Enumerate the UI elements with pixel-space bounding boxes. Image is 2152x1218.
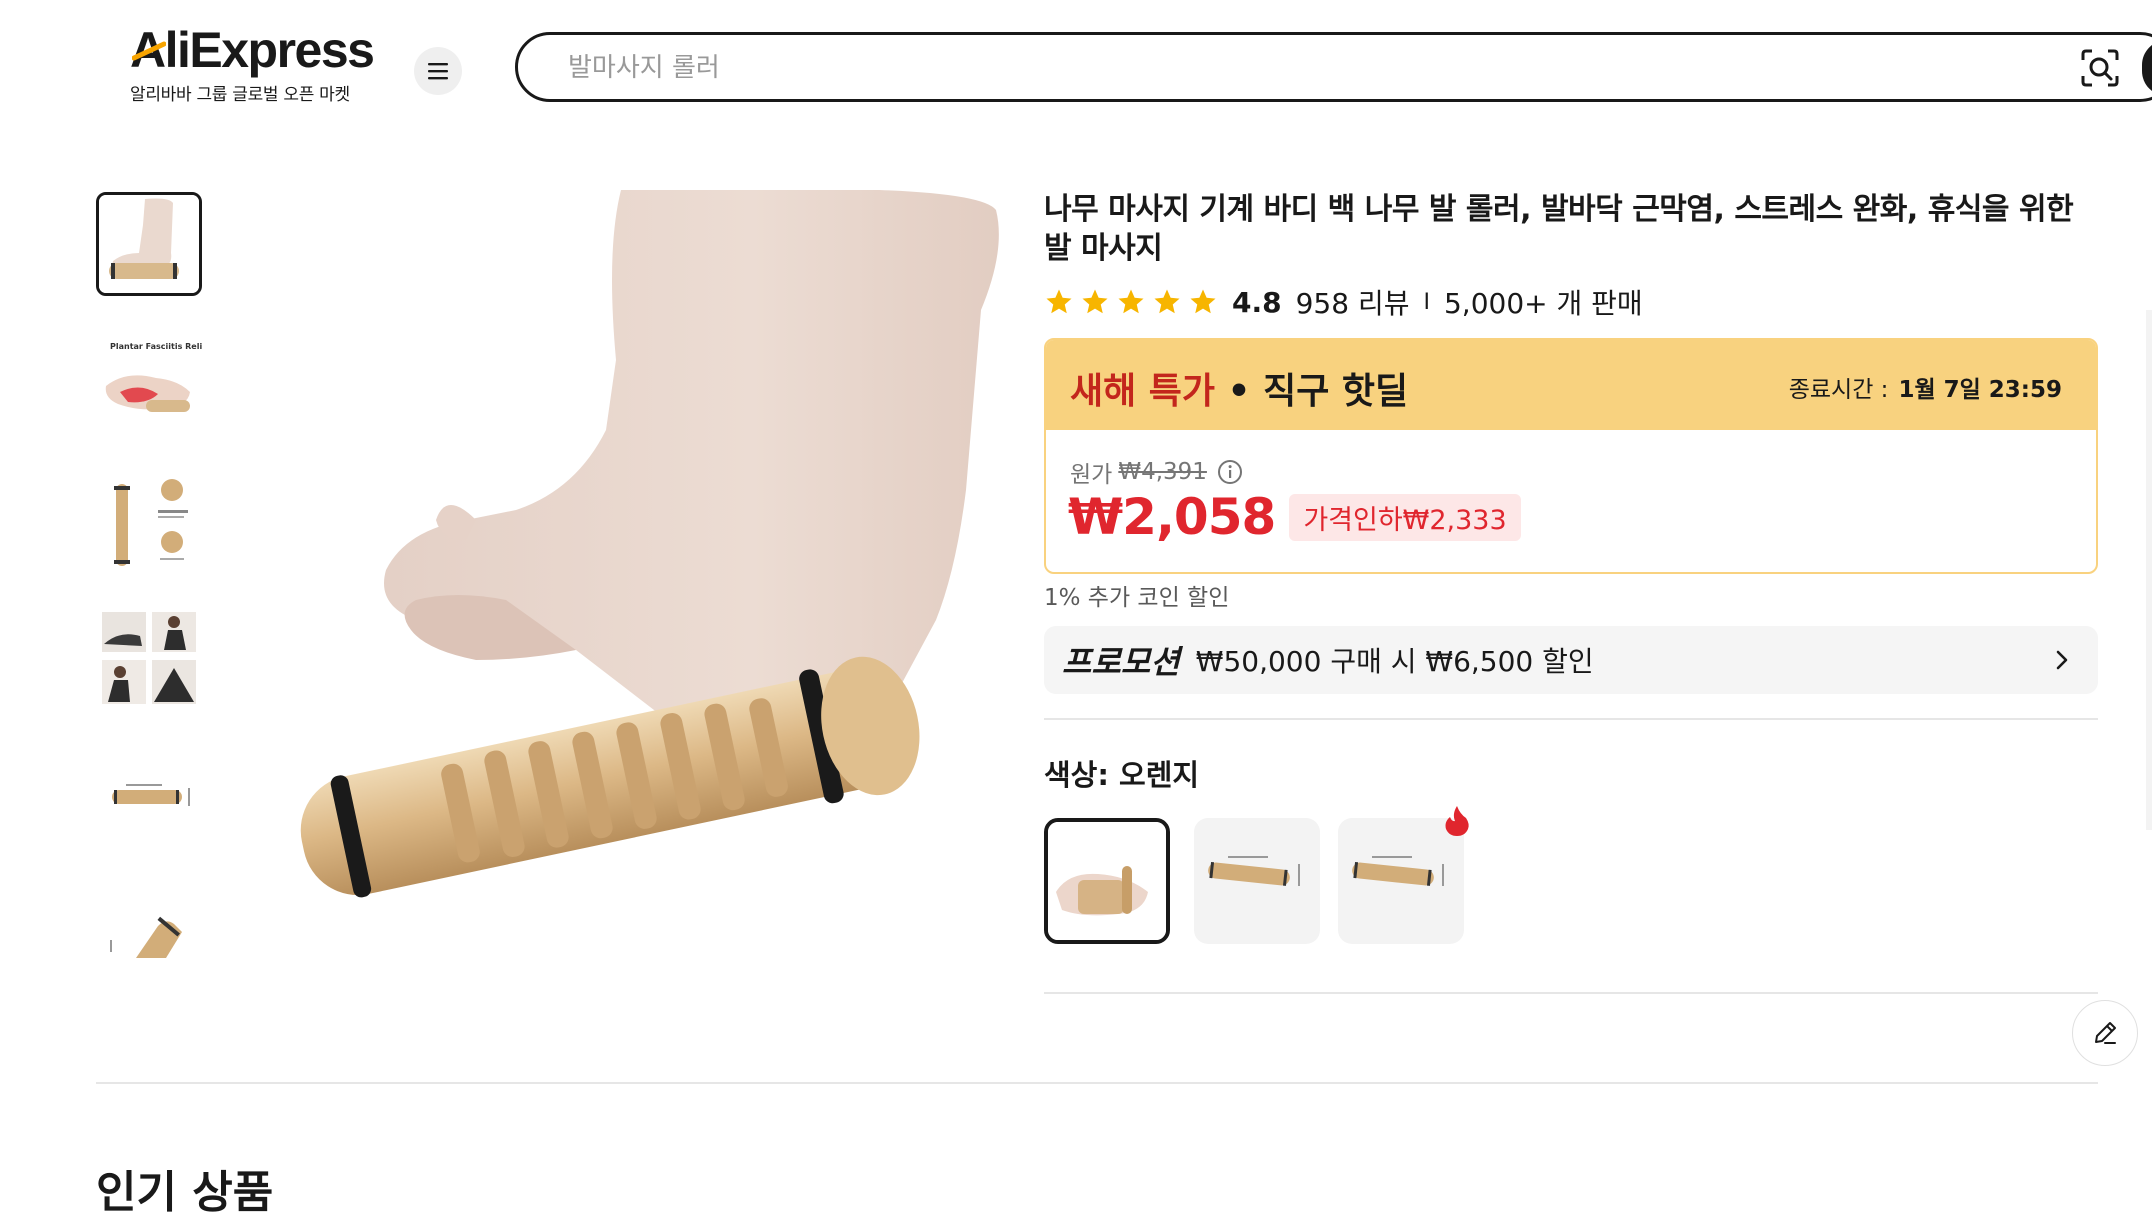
star-icon bbox=[1082, 289, 1108, 314]
section-heading: 인기 상품 bbox=[96, 1167, 274, 1218]
gallery-thumb-2[interactable]: Plantar Fasciitis Relief bbox=[96, 330, 202, 434]
image-search-icon[interactable] bbox=[2080, 48, 2120, 88]
deal-countdown: 종료시간 : 1월 7일 23:59 bbox=[1789, 370, 2062, 404]
deal-ends-label: 종료시간 : bbox=[1788, 377, 1889, 403]
main-product-image[interactable] bbox=[276, 190, 1006, 920]
promotion-text: ₩50,000 구매 시 ₩6,500 할인 bbox=[1195, 645, 1594, 678]
search-input[interactable] bbox=[566, 45, 1970, 91]
original-price: ₩4,391 bbox=[1118, 459, 1207, 485]
review-count-link[interactable]: 958 리뷰 bbox=[1296, 282, 1410, 322]
original-price-label: 원가 bbox=[1070, 462, 1113, 488]
rating-row: 4.8 958 리뷰 I 5,000+ 개 판매 bbox=[1044, 280, 1643, 324]
feedback-edit-button[interactable] bbox=[2072, 1000, 2138, 1066]
info-icon[interactable] bbox=[1217, 459, 1243, 485]
star-icon bbox=[1190, 289, 1216, 314]
gallery-thumb-4[interactable] bbox=[96, 606, 202, 710]
pencil-icon bbox=[2095, 1022, 2116, 1044]
logo-subtitle: 알리바바 그룹 글로벌 오픈 마켓 bbox=[130, 85, 350, 105]
chevron-right-icon bbox=[2056, 650, 2068, 670]
yoga-poses-thumb-image bbox=[96, 606, 202, 710]
logo-wordmark: AliExpress bbox=[130, 22, 375, 78]
swatch-foot-roller-image bbox=[1048, 822, 1166, 940]
hamburger-icon bbox=[428, 63, 448, 80]
star-icon bbox=[1046, 289, 1072, 314]
hot-fire-icon bbox=[1445, 806, 1469, 836]
swatch-roller-image bbox=[1342, 822, 1452, 932]
roller-parts-thumb-image bbox=[96, 468, 202, 572]
roller-closeup-thumb-image bbox=[96, 882, 202, 958]
gallery-thumb-6[interactable] bbox=[96, 882, 202, 958]
promotion-row[interactable]: 프로모션 ₩50,000 구매 시 ₩6,500 할인 bbox=[1044, 626, 2098, 694]
roller-dimensions-thumb-image bbox=[96, 744, 202, 848]
search-bar bbox=[515, 32, 2152, 102]
deal-label: 새해 특가 • 직구 핫딜 bbox=[1070, 362, 1408, 414]
coin-discount-note: 1% 추가 코인 할인 bbox=[1044, 585, 1230, 611]
star-icon bbox=[1154, 289, 1180, 314]
current-price: ₩2,058 bbox=[1068, 488, 1276, 546]
deal-banner: 새해 특가 • 직구 핫딜 종료시간 : 1월 7일 23:59 bbox=[1046, 340, 2096, 430]
deal-ends-value: 1월 7일 23:59 bbox=[1898, 377, 2062, 403]
star-rating bbox=[1044, 287, 1218, 317]
color-swatch-orange[interactable] bbox=[1044, 818, 1170, 944]
rating-value: 4.8 bbox=[1232, 285, 1282, 319]
deal-price-box: 새해 특가 • 직구 핫딜 종료시간 : 1월 7일 23:59 원가 ₩4,39… bbox=[1044, 338, 2098, 574]
gallery-thumb-1[interactable] bbox=[96, 192, 202, 296]
star-icon bbox=[1118, 289, 1144, 314]
thumb-caption: Plantar Fasciitis Relief bbox=[110, 342, 202, 351]
discount-badge: 가격인하₩2,333 bbox=[1289, 493, 1521, 541]
original-price-row: 원가 ₩4,391 bbox=[1070, 455, 1243, 489]
current-price-row: ₩2,058 가격인하₩2,333 bbox=[1068, 488, 1521, 546]
gallery-thumb-5[interactable] bbox=[96, 744, 202, 848]
divider bbox=[1044, 718, 2098, 720]
promotion-title: 프로모션 bbox=[1062, 643, 1180, 681]
logo-accent-swoosh bbox=[132, 41, 166, 61]
product-title: 나무 마사지 기계 바디 백 나무 발 롤러, 발바닥 근막염, 스트레스 완화… bbox=[1044, 192, 2074, 266]
page-scrollbar-track[interactable] bbox=[2146, 310, 2152, 830]
color-label: 색상: 오렌지 bbox=[1044, 758, 1200, 792]
color-swatch-2[interactable] bbox=[1194, 818, 1320, 944]
deal-label-text: • 직구 핫딜 bbox=[1215, 371, 1409, 412]
section-divider bbox=[96, 1082, 2098, 1084]
foot-roller-thumb-image bbox=[99, 195, 199, 293]
deal-label-highlight: 새해 특가 bbox=[1070, 371, 1216, 412]
sold-count: 5,000+ 개 판매 bbox=[1443, 287, 1643, 320]
divider bbox=[1044, 992, 2098, 994]
gallery-thumb-3[interactable] bbox=[96, 468, 202, 572]
category-menu-button[interactable] bbox=[414, 47, 462, 95]
separator: I bbox=[1423, 289, 1430, 315]
aliexpress-logo[interactable]: AliExpress 알리바바 그룹 글로벌 오픈 마켓 bbox=[130, 20, 380, 105]
swatch-roller-image bbox=[1198, 822, 1308, 932]
